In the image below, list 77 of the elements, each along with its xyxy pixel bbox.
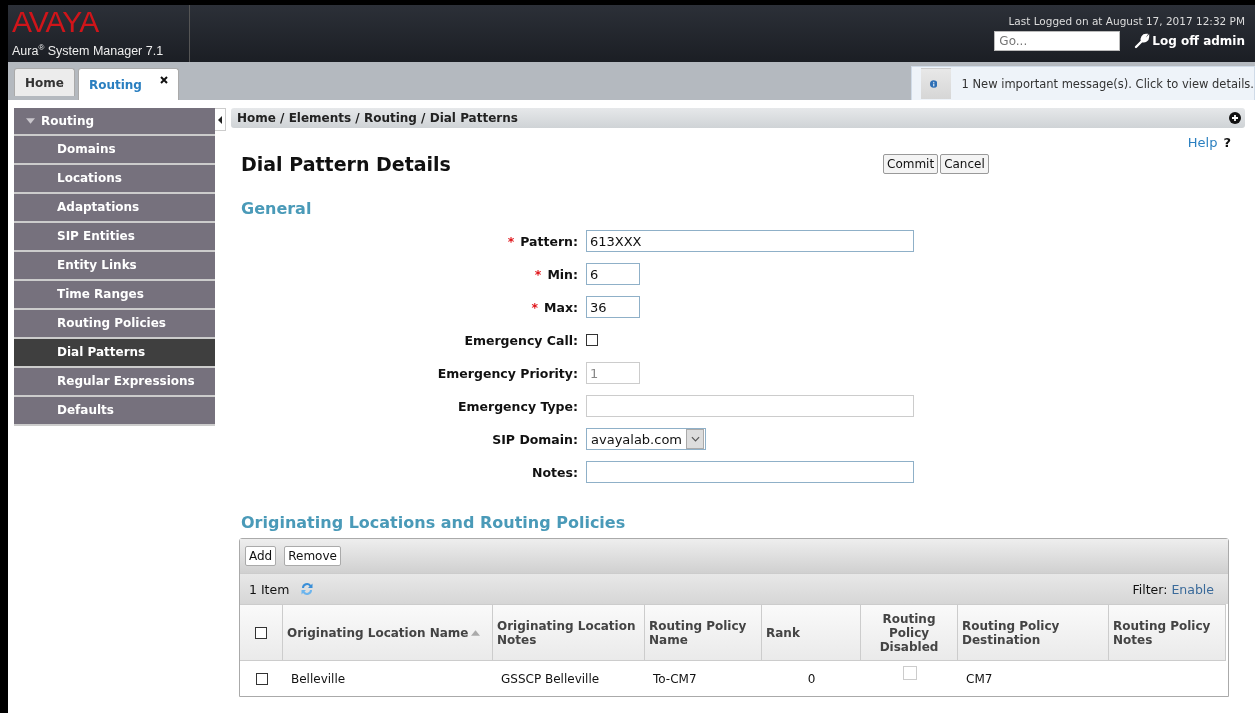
chevron-icon <box>690 436 700 442</box>
product-name: Aura$^{®}$ System Manager 7.1 <box>12 43 165 59</box>
sidebar-item[interactable]: Time Ranges <box>14 281 215 310</box>
sidebar-item[interactable]: SIP Entities <box>14 223 215 252</box>
row-checkbox[interactable] <box>255 672 268 685</box>
column-header[interactable]: Routing Policy Name <box>645 604 762 660</box>
logoff-link[interactable]: Log off admin <box>1134 33 1245 49</box>
close-icon[interactable] <box>159 76 168 84</box>
sidebar-item[interactable]: Domains <box>14 136 215 165</box>
column-header[interactable]: Routing Policy Notes <box>1109 604 1226 660</box>
column-header[interactable]: Routing Policy Disabled <box>861 604 958 660</box>
tab[interactable]: Routing <box>77 68 179 100</box>
field-label: Pattern: <box>520 233 578 249</box>
sidebar-item[interactable]: Regular Expressions <box>14 368 215 397</box>
filter-label: Filter: <box>1132 581 1168 597</box>
field-label: Emergency Type: <box>457 398 578 414</box>
item-count: 1 Item <box>249 581 290 597</box>
message-text[interactable]: 1 New important message(s). Click to view details. <box>961 76 1254 91</box>
field-label: Max: <box>544 299 578 315</box>
checkbox[interactable] <box>586 334 598 346</box>
sidebar-item[interactable]: Adaptations <box>14 194 215 223</box>
tab-label[interactable]: Routing <box>88 77 142 92</box>
sidebar-item[interactable]: Routing Policies <box>14 310 215 339</box>
table-cell: GSSCP Belleville <box>493 660 645 696</box>
action-button[interactable]: Cancel <box>940 154 989 174</box>
sidebar-title[interactable]: Routing <box>41 114 94 128</box>
message-banner[interactable]: 1 New important message(s). Click to view details. <box>911 66 1255 100</box>
checkbox[interactable] <box>255 626 267 639</box>
table-cell: 0 <box>762 660 861 696</box>
tab[interactable]: Home <box>14 68 75 96</box>
section-heading: General <box>241 199 313 218</box>
table-cell: Belleville <box>283 660 493 696</box>
last-login-text: Last Logged on at August 17, 2017 12:32 PM <box>1008 15 1245 27</box>
wrench-icon <box>1134 33 1151 49</box>
toolbar-button[interactable]: Remove <box>284 546 341 566</box>
help-link[interactable]: Help <box>1187 135 1218 149</box>
caret-icon <box>218 115 222 124</box>
help-mark: ? <box>1223 135 1231 149</box>
search-field[interactable]: Go... <box>994 31 1121 51</box>
input-field[interactable] <box>586 461 914 483</box>
logo-text: AVAYA <box>12 7 100 37</box>
table-cell: To-CM7 <box>645 660 762 696</box>
field-label: Emergency Call: <box>464 332 578 348</box>
column-header[interactable]: Routing Policy Destination <box>958 604 1109 660</box>
info-icon <box>921 68 952 99</box>
breadcrumb[interactable]: Home / Elements / Routing / Dial Patterns <box>237 111 518 125</box>
sidebar-item[interactable]: Entity Links <box>14 252 215 281</box>
input-field[interactable]: 36 <box>586 296 640 318</box>
sidebar-item[interactable]: Dial Patterns <box>14 339 215 368</box>
refresh-icon[interactable] <box>299 581 316 597</box>
field-label: Emergency Priority: <box>437 365 578 381</box>
collapse-handle[interactable] <box>215 108 226 131</box>
input-field[interactable]: 613XXX <box>586 230 914 252</box>
required-mark: * <box>534 266 542 282</box>
sort-arrow-icon <box>471 629 481 636</box>
page-title: Dial Pattern Details <box>241 153 452 175</box>
action-button[interactable]: Commit <box>883 154 939 174</box>
tab-label[interactable]: Home <box>25 75 64 90</box>
triangle-icon <box>26 118 35 124</box>
input-field[interactable]: 6 <box>586 263 640 285</box>
sidebar-header[interactable]: Routing <box>14 108 215 136</box>
sidebar-item[interactable]: Locations <box>14 165 215 194</box>
field-label: SIP Domain: <box>492 431 578 447</box>
required-mark: * <box>507 233 515 249</box>
filter-link[interactable]: Enable <box>1171 581 1214 597</box>
plus-icon[interactable] <box>1229 112 1241 124</box>
column-header[interactable]: Originating Location Notes <box>493 604 645 660</box>
required-mark: * <box>531 299 539 315</box>
table-cell: CM7 <box>958 660 1109 696</box>
dropdown[interactable]: avayalab.com <box>586 428 706 450</box>
column-header[interactable]: Rank <box>762 604 861 660</box>
sidebar-item[interactable]: Defaults <box>14 397 215 426</box>
field-label: Notes: <box>532 464 578 480</box>
section-heading: Originating Locations and Routing Policies <box>241 513 627 532</box>
field-label: Min: <box>547 266 578 282</box>
toolbar-button[interactable]: Add <box>245 546 277 566</box>
column-header[interactable]: Originating Location Name <box>283 604 493 660</box>
